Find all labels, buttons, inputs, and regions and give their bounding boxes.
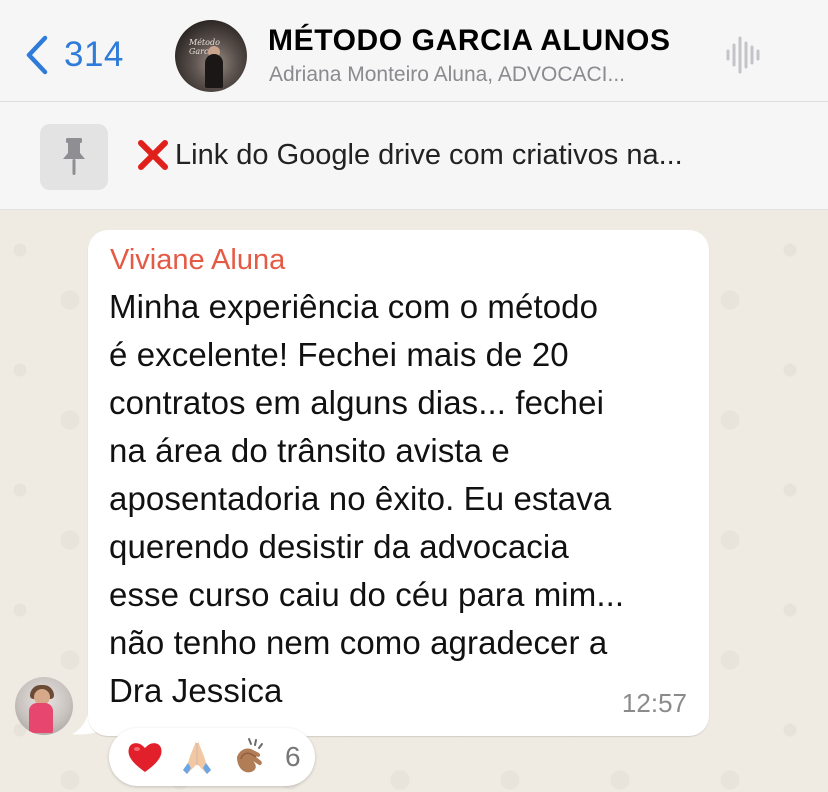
message-line: na área do trânsito avista e <box>109 432 510 469</box>
pinned-text[interactable]: Link do Google drive com criativos na... <box>135 137 683 173</box>
group-avatar[interactable]: Método Garcia <box>175 20 247 92</box>
avatar-body <box>29 703 53 733</box>
message-line: é excelente! Fechei mais de 20 <box>109 336 569 373</box>
chat-area: Viviane Aluna Minha experiência com o mé… <box>0 210 828 792</box>
group-title[interactable]: MÉTODO GARCIA ALUNOS <box>268 24 671 58</box>
message-line: querendo desistir da advocacia <box>109 528 569 565</box>
message-line: Dra Jessica <box>109 672 283 709</box>
red-heart-icon <box>128 743 162 772</box>
chevron-left-icon <box>26 35 48 75</box>
message-line: aposentadoria no êxito. Eu estava <box>109 480 612 517</box>
reaction-count: 6 <box>285 741 301 772</box>
pinned-message-bar[interactable]: Link do Google drive com criativos na... <box>0 102 828 210</box>
pin-icon <box>63 138 85 175</box>
red-x-icon <box>138 140 168 170</box>
unread-count: 314 <box>64 35 124 74</box>
audio-waveform-icon[interactable] <box>723 34 765 76</box>
message-bubble[interactable]: Viviane Aluna Minha experiência com o mé… <box>88 230 709 736</box>
message-line: esse curso caiu do céu para mim... <box>109 576 625 613</box>
message-line: contratos em alguns dias... fechei <box>109 384 604 421</box>
chat-header: 314 Método Garcia MÉTODO GARCIA ALUNOS A… <box>0 0 828 102</box>
message-line: não tenho nem como agradecer a <box>109 624 608 661</box>
back-button[interactable]: 314 <box>24 30 124 80</box>
sender-name[interactable]: Viviane Aluna <box>110 244 285 277</box>
group-members[interactable]: Adriana Monteiro Aluna, ADVOCACI... <box>269 63 699 87</box>
message-time: 12:57 <box>621 688 687 718</box>
pinned-label: Link do Google drive com criativos na... <box>175 138 683 171</box>
sender-avatar[interactable] <box>15 677 73 735</box>
clapping-hands-icon <box>237 738 263 773</box>
reactions-bar[interactable]: 6 <box>109 728 315 786</box>
pin-button[interactable] <box>40 124 108 190</box>
avatar-figure <box>205 54 223 88</box>
folded-hands-icon <box>183 741 211 774</box>
message-line: Minha experiência com o método <box>109 288 599 325</box>
